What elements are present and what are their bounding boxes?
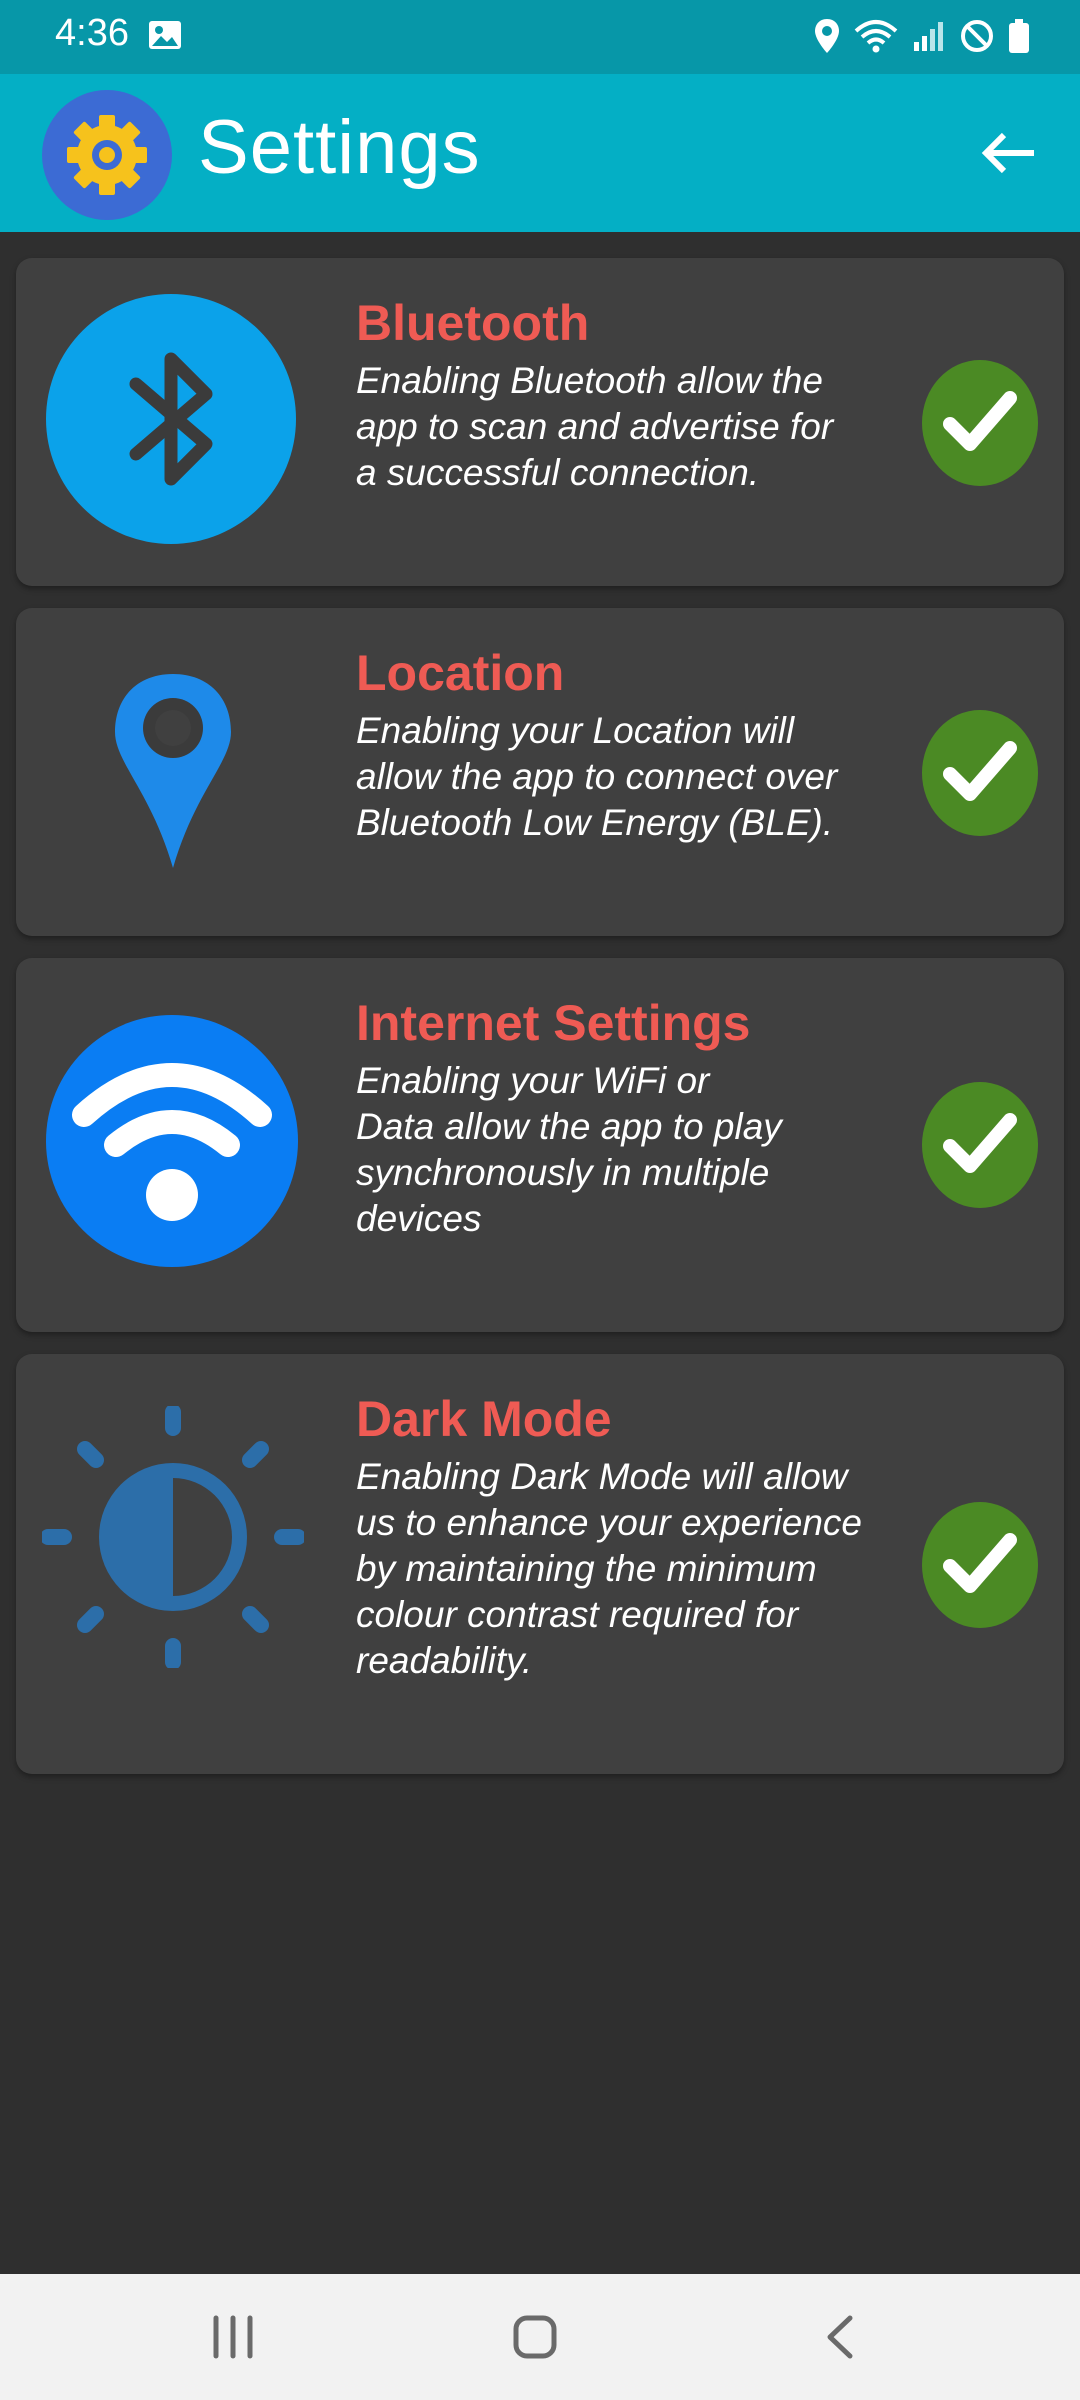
bluetooth-icon <box>46 294 296 549</box>
setting-title: Bluetooth <box>356 295 590 351</box>
setting-title: Internet Settings <box>356 995 751 1051</box>
brightness-contrast-icon <box>40 1404 306 1673</box>
wifi-icon <box>46 1015 298 1272</box>
setting-description: Enabling your Location will allow the ap… <box>356 710 838 843</box>
signal-icon <box>914 22 943 51</box>
app-bar: Settings <box>0 74 1080 232</box>
home-icon[interactable] <box>512 2314 558 2365</box>
do-not-disturb-icon <box>961 20 993 52</box>
setting-card-location[interactable]: Location Enabling your Location will all… <box>16 608 1064 936</box>
check-icon[interactable] <box>922 1502 1038 1628</box>
setting-description: Enabling Bluetooth allow the app to scan… <box>356 360 834 493</box>
check-icon[interactable] <box>922 360 1038 486</box>
wifi-icon <box>854 20 898 53</box>
back-icon[interactable] <box>818 2314 864 2365</box>
page-title: Settings <box>198 105 481 190</box>
check-icon[interactable] <box>922 710 1038 836</box>
setting-title: Dark Mode <box>356 1391 612 1447</box>
gear-icon <box>42 90 172 220</box>
status-bar: 4:36 <box>0 0 1080 74</box>
location-icon <box>815 19 839 53</box>
recent-apps-icon[interactable] <box>210 2314 256 2365</box>
setting-title: Location <box>356 645 565 701</box>
battery-icon <box>1009 19 1029 53</box>
setting-card-bluetooth[interactable]: Bluetooth Enabling Bluetooth allow the a… <box>16 258 1064 586</box>
navigation-bar <box>0 2274 1080 2400</box>
setting-description: Enabling your WiFi or Data allow the app… <box>356 1060 782 1239</box>
setting-card-dark-mode[interactable]: Dark Mode Enabling Dark Mode will allow … <box>16 1354 1064 1774</box>
status-time: 4:36 <box>55 12 129 54</box>
location-pin-icon <box>111 672 235 877</box>
gallery-icon <box>148 20 182 55</box>
setting-description: Enabling Dark Mode will allow us to enha… <box>356 1456 863 1681</box>
status-icons <box>814 18 1030 54</box>
setting-card-internet[interactable]: Internet Settings Enabling your WiFi or … <box>16 958 1064 1332</box>
arrow-left-icon[interactable] <box>974 118 1044 188</box>
check-icon[interactable] <box>922 1082 1038 1208</box>
